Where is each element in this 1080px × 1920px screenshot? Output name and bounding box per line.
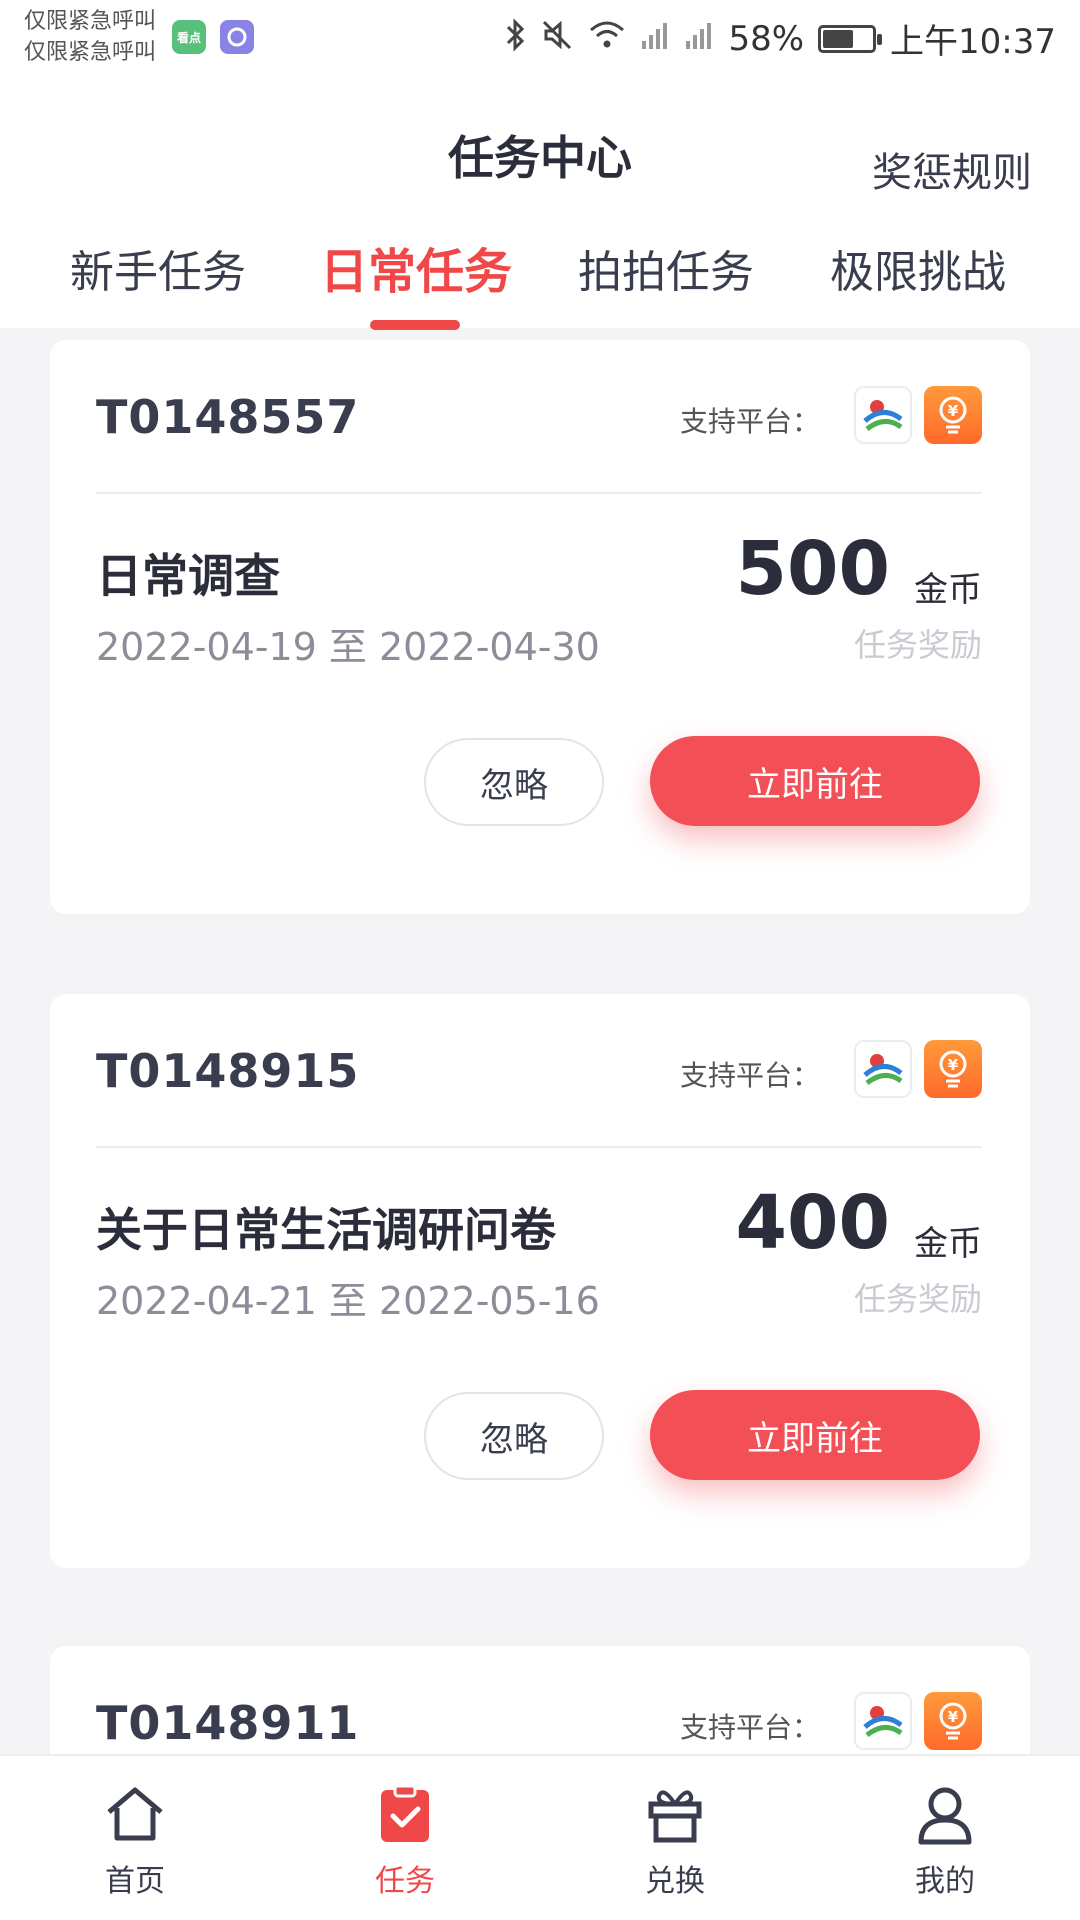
task-icon bbox=[381, 1784, 429, 1842]
nav-label: 任务 bbox=[375, 1864, 435, 1899]
task-date-range: 2022-04-21 至 2022-05-16 bbox=[96, 1279, 600, 1323]
mute-icon bbox=[540, 18, 574, 60]
tab-newbie[interactable]: 新手任务 bbox=[58, 236, 258, 300]
task-title: 关于日常生活调研问卷 bbox=[96, 1203, 556, 1257]
card-divider bbox=[96, 492, 982, 494]
nav-label: 首页 bbox=[105, 1864, 165, 1899]
signal-icon bbox=[640, 19, 670, 59]
news-app-icon: 看点 bbox=[172, 20, 206, 54]
platform-label: 支持平台： bbox=[679, 1711, 820, 1744]
task-code: T0148557 bbox=[96, 390, 360, 444]
task-title: 日常调查 bbox=[96, 549, 280, 603]
reward-caption: 任务奖励 bbox=[853, 1280, 982, 1318]
card-divider bbox=[96, 1146, 982, 1148]
svg-text:¥: ¥ bbox=[948, 402, 959, 420]
nav-label: 我的 bbox=[915, 1864, 975, 1899]
nav-exchange[interactable]: 兑换 bbox=[605, 1756, 745, 1920]
carrier-line-2: 仅限紧急呼叫 bbox=[24, 40, 157, 65]
notification-app-icons: 看点 bbox=[172, 20, 254, 54]
rules-link[interactable]: 奖惩规则 bbox=[872, 140, 1032, 198]
header: 任务中心 奖惩规则 新手任务 日常任务 拍拍任务 极限挑战 bbox=[0, 78, 1080, 330]
bluetooth-icon bbox=[504, 17, 526, 60]
battery-icon bbox=[818, 24, 883, 53]
task-card: T0148915 支持平台： ¥ 关于日常生活调研问卷 2022-04-21 至… bbox=[50, 994, 1030, 1568]
platform-icons: ¥ bbox=[854, 1692, 982, 1750]
platform-icons: ¥ bbox=[854, 386, 982, 444]
reward-amount: 500 bbox=[735, 526, 890, 612]
bottom-nav: 首页 任务 兑换 我的 bbox=[0, 1754, 1080, 1920]
task-code: T0148915 bbox=[96, 1044, 360, 1098]
tab-daily[interactable]: 日常任务 bbox=[316, 232, 516, 302]
ignore-button[interactable]: 忽略 bbox=[424, 1392, 604, 1480]
platform-logo-icon bbox=[854, 1040, 912, 1098]
active-tab-indicator bbox=[370, 320, 460, 330]
reward-unit: 金币 bbox=[914, 1224, 982, 1264]
reward-caption: 任务奖励 bbox=[853, 626, 982, 664]
home-icon bbox=[107, 1787, 163, 1841]
status-bar: 仅限紧急呼叫 仅限紧急呼叫 看点 58% 上午10:37 bbox=[0, 0, 1080, 78]
coin-app-icon: ¥ bbox=[924, 1692, 982, 1750]
battery-percent: 58% bbox=[728, 18, 805, 59]
task-card: T0148557 支持平台： ¥ 日常调查 2022-04-19 至 2022-… bbox=[50, 340, 1030, 914]
nav-home[interactable]: 首页 bbox=[65, 1756, 205, 1920]
svg-text:¥: ¥ bbox=[948, 1056, 959, 1074]
platform-label: 支持平台： bbox=[679, 405, 820, 438]
go-now-button[interactable]: 立即前往 bbox=[650, 736, 980, 826]
browser-app-icon bbox=[220, 20, 254, 54]
coin-app-icon: ¥ bbox=[924, 1040, 982, 1098]
svg-text:¥: ¥ bbox=[948, 1708, 959, 1726]
task-date-range: 2022-04-19 至 2022-04-30 bbox=[96, 625, 600, 669]
ignore-button[interactable]: 忽略 bbox=[424, 738, 604, 826]
carrier-line-1: 仅限紧急呼叫 bbox=[24, 9, 157, 34]
platform-icons: ¥ bbox=[854, 1040, 982, 1098]
platform-logo-icon bbox=[854, 1692, 912, 1750]
signal-icon bbox=[684, 19, 714, 59]
nav-label: 兑换 bbox=[645, 1864, 705, 1899]
platform-logo-icon bbox=[854, 386, 912, 444]
status-icons: 58% 上午10:37 bbox=[504, 14, 1056, 63]
clock: 上午10:37 bbox=[890, 22, 1056, 62]
task-tabs: 新手任务 日常任务 拍拍任务 极限挑战 bbox=[0, 236, 1080, 328]
coin-app-icon: ¥ bbox=[924, 386, 982, 444]
user-icon bbox=[918, 1787, 972, 1845]
carrier-text: 仅限紧急呼叫 仅限紧急呼叫 bbox=[24, 6, 156, 68]
gift-icon bbox=[648, 1790, 702, 1843]
wifi-icon bbox=[588, 19, 626, 59]
reward-unit: 金币 bbox=[914, 570, 982, 610]
platform-label: 支持平台： bbox=[679, 1059, 820, 1092]
tab-photo[interactable]: 拍拍任务 bbox=[566, 236, 766, 300]
go-now-button[interactable]: 立即前往 bbox=[650, 1390, 980, 1480]
battery-level bbox=[823, 29, 854, 48]
nav-mine[interactable]: 我的 bbox=[875, 1756, 1015, 1920]
nav-task[interactable]: 任务 bbox=[335, 1756, 475, 1920]
tab-challenge[interactable]: 极限挑战 bbox=[818, 236, 1018, 300]
reward-amount: 400 bbox=[735, 1180, 890, 1266]
task-code: T0148911 bbox=[96, 1696, 360, 1750]
